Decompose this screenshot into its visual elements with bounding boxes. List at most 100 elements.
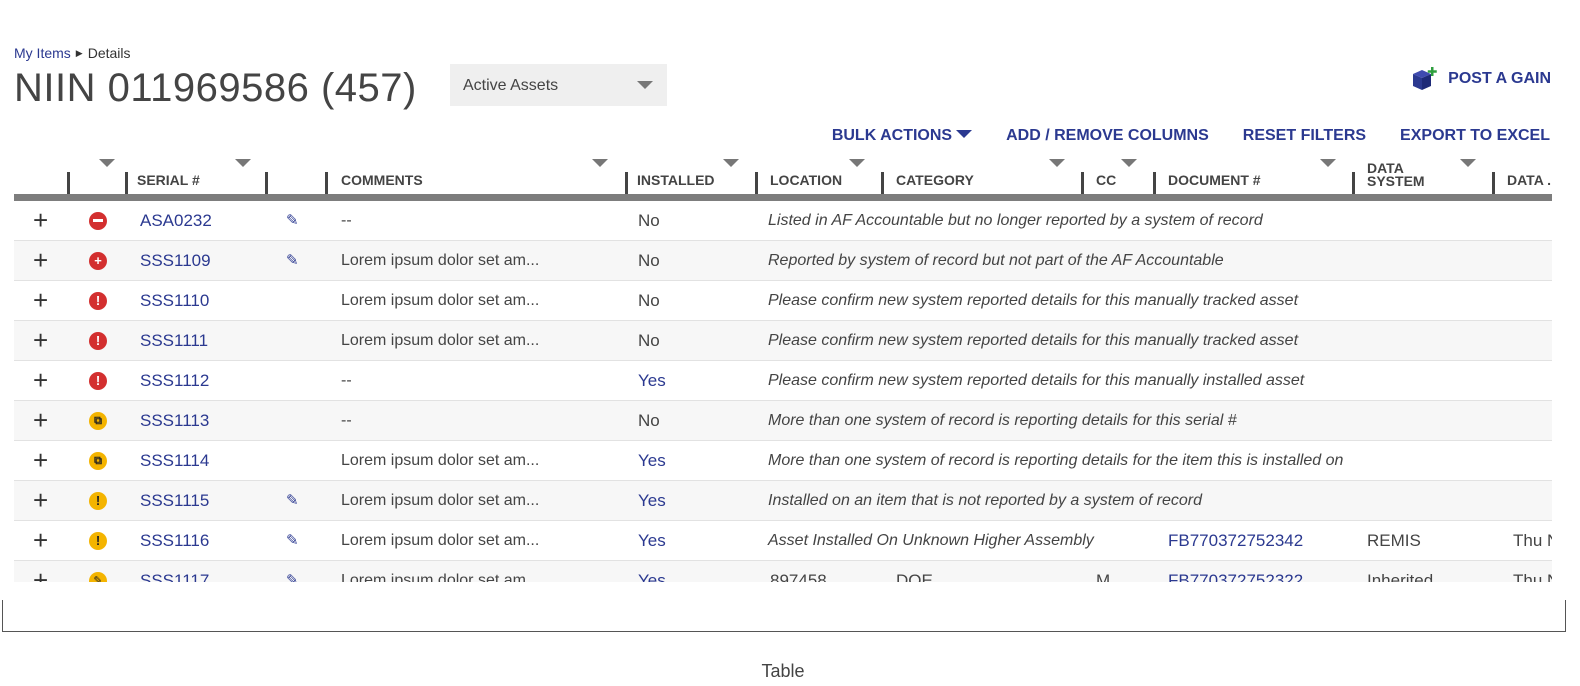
expand-row-button[interactable]: + bbox=[33, 521, 48, 560]
installed-cell[interactable]: Yes bbox=[638, 521, 666, 560]
add-remove-columns-button[interactable]: ADD / REMOVE COLUMNS bbox=[1006, 127, 1209, 145]
table-row[interactable]: + + SSS1109 ✎ Lorem ipsum dolor set am... No R… bbox=[14, 241, 1552, 281]
comments-cell: Lorem ipsum dolor set am... bbox=[341, 492, 540, 509]
header-location[interactable]: LOCATION bbox=[755, 152, 881, 194]
export-to-excel-button[interactable]: EXPORT TO EXCEL bbox=[1400, 127, 1550, 145]
document-link[interactable]: FB770372752322 bbox=[1168, 561, 1303, 582]
edit-icon[interactable]: ✎ bbox=[286, 561, 299, 582]
comments-cell: Lorem ipsum dolor set am... bbox=[341, 532, 540, 549]
serial-link[interactable]: SSS1115 bbox=[140, 481, 209, 520]
installed-cell[interactable]: Yes bbox=[638, 561, 666, 582]
breadcrumb-my-items[interactable]: My Items bbox=[14, 45, 71, 61]
table-row[interactable]: +! SSS1110 Lorem ipsum dolor set am... No Pl… bbox=[14, 281, 1552, 321]
column-divider bbox=[755, 172, 758, 194]
status-message: More than one system of record is report… bbox=[768, 412, 1237, 429]
data-system-cell: REMIS bbox=[1367, 531, 1421, 550]
serial-link[interactable]: SSS1109 bbox=[140, 241, 211, 280]
header-data-last[interactable]: DATA . bbox=[1492, 152, 1552, 194]
assets-table: SERIAL # COMMENTS INSTALLED LOCATION CAT… bbox=[14, 152, 1552, 582]
expand-row-button[interactable]: + bbox=[33, 361, 48, 400]
installed-cell[interactable]: Yes bbox=[638, 481, 666, 520]
header-data-system-line2: SYSTEM bbox=[1367, 173, 1425, 189]
header-data-system-label: DATA SYSTEM bbox=[1367, 161, 1425, 189]
serial-link[interactable]: SSS1111 bbox=[140, 321, 208, 360]
serial-link[interactable]: SSS1110 bbox=[140, 281, 209, 320]
status-message: Asset Installed On Unknown Higher Assemb… bbox=[768, 532, 1094, 549]
installed-cell[interactable]: Yes bbox=[638, 361, 666, 400]
status-message: Please confirm new system reported detai… bbox=[768, 332, 1299, 349]
expand-row-button[interactable]: + bbox=[33, 441, 48, 480]
edit-icon[interactable]: ✎ bbox=[286, 201, 299, 240]
duplicate-warning-icon: ⧉ bbox=[89, 451, 107, 470]
header-data-system[interactable]: DATA SYSTEM bbox=[1352, 152, 1492, 194]
table-row[interactable]: +! SSS1115 ✎ Lorem ipsum dolor set am... Yes… bbox=[14, 481, 1552, 521]
header-cc[interactable]: CC bbox=[1081, 152, 1153, 194]
reset-filters-button[interactable]: RESET FILTERS bbox=[1243, 127, 1366, 145]
table-row[interactable]: + ⧉ SSS1113 -- No More than one system of rec… bbox=[14, 401, 1552, 441]
table-row[interactable]: +! SSS1116 ✎ Lorem ipsum dolor set am... Yes… bbox=[14, 521, 1552, 561]
post-a-gain-label: POST A GAIN bbox=[1448, 70, 1551, 87]
column-menu-icon[interactable] bbox=[849, 159, 865, 167]
header-data-last-label: DATA . bbox=[1507, 172, 1552, 188]
header-comments[interactable]: COMMENTS bbox=[325, 152, 625, 194]
serial-link[interactable]: SSS1114 bbox=[140, 441, 209, 480]
table-row[interactable]: + ✎ SSS1117 ✎ Lorem ipsum dolor set am... Yes… bbox=[14, 561, 1552, 582]
column-divider bbox=[1492, 172, 1495, 194]
column-divider bbox=[265, 172, 268, 194]
column-menu-icon[interactable] bbox=[99, 159, 115, 167]
bulk-actions-button[interactable]: BULK ACTIONS bbox=[832, 127, 973, 145]
column-menu-icon[interactable] bbox=[235, 159, 251, 167]
header-installed[interactable]: INSTALLED bbox=[625, 152, 755, 194]
edit-icon[interactable]: ✎ bbox=[286, 521, 299, 560]
error-plus-icon: + bbox=[89, 251, 107, 270]
expand-row-button[interactable]: + bbox=[33, 201, 48, 240]
comments-cell: Lorem ipsum dolor set am... bbox=[341, 252, 540, 269]
header-status[interactable] bbox=[67, 152, 125, 194]
post-a-gain-button[interactable]: POST A GAIN bbox=[1410, 66, 1551, 92]
column-menu-icon[interactable] bbox=[1320, 159, 1336, 167]
serial-link[interactable]: SSS1113 bbox=[140, 401, 209, 440]
status-cell: ! bbox=[89, 281, 107, 320]
installed-cell: No bbox=[638, 411, 660, 430]
document-link[interactable]: FB770372752342 bbox=[1168, 521, 1303, 560]
serial-link[interactable]: SSS1116 bbox=[140, 521, 209, 560]
serial-link[interactable]: SSS1112 bbox=[140, 361, 209, 400]
header-document[interactable]: DOCUMENT # bbox=[1153, 152, 1352, 194]
edit-icon[interactable]: ✎ bbox=[286, 481, 299, 520]
expand-row-button[interactable]: + bbox=[33, 401, 48, 440]
error-alert-icon: ! bbox=[89, 291, 107, 310]
installed-cell[interactable]: Yes bbox=[638, 441, 666, 480]
table-row[interactable]: + ⧉ SSS1114 Lorem ipsum dolor set am... Yes M… bbox=[14, 441, 1552, 481]
table-row[interactable]: + ASA0232 ✎ -- No Listed in AF Accountable bu… bbox=[14, 201, 1552, 241]
header-serial[interactable]: SERIAL # bbox=[125, 152, 265, 194]
expand-row-button[interactable]: + bbox=[33, 241, 48, 280]
status-cell bbox=[89, 201, 107, 240]
edit-icon[interactable]: ✎ bbox=[286, 241, 299, 280]
table-body: + ASA0232 ✎ -- No Listed in AF Accountable bu… bbox=[14, 201, 1552, 582]
expand-row-button[interactable]: + bbox=[33, 561, 48, 582]
column-menu-icon[interactable] bbox=[1460, 159, 1476, 167]
serial-link[interactable]: ASA0232 bbox=[140, 201, 212, 240]
asset-filter-select[interactable]: Active Assets bbox=[450, 64, 667, 106]
expand-row-button[interactable]: + bbox=[33, 321, 48, 360]
asset-filter-value: Active Assets bbox=[463, 77, 559, 94]
status-message: Installed on an item that is not reporte… bbox=[768, 492, 1202, 509]
column-menu-icon[interactable] bbox=[723, 159, 739, 167]
header-category[interactable]: CATEGORY bbox=[881, 152, 1081, 194]
serial-link[interactable]: SSS1117 bbox=[140, 561, 209, 582]
caret-down-icon bbox=[956, 130, 973, 138]
header-edit bbox=[265, 152, 325, 194]
table-row[interactable]: +! SSS1111 Lorem ipsum dolor set am... No Pl… bbox=[14, 321, 1552, 361]
column-menu-icon[interactable] bbox=[1121, 159, 1137, 167]
column-menu-icon[interactable] bbox=[1049, 159, 1065, 167]
installed-cell: No bbox=[638, 251, 660, 270]
comments-cell: Lorem ipsum dolor set am... bbox=[341, 332, 540, 349]
expand-row-button[interactable]: + bbox=[33, 281, 48, 320]
error-alert-icon: ! bbox=[89, 331, 107, 350]
expand-row-button[interactable]: + bbox=[33, 481, 48, 520]
error-alert-icon: ! bbox=[89, 371, 107, 390]
status-message: Please confirm new system reported detai… bbox=[768, 372, 1305, 389]
column-divider bbox=[625, 172, 628, 194]
column-menu-icon[interactable] bbox=[592, 159, 608, 167]
table-row[interactable]: +! SSS1112 -- Yes Please confirm new system … bbox=[14, 361, 1552, 401]
